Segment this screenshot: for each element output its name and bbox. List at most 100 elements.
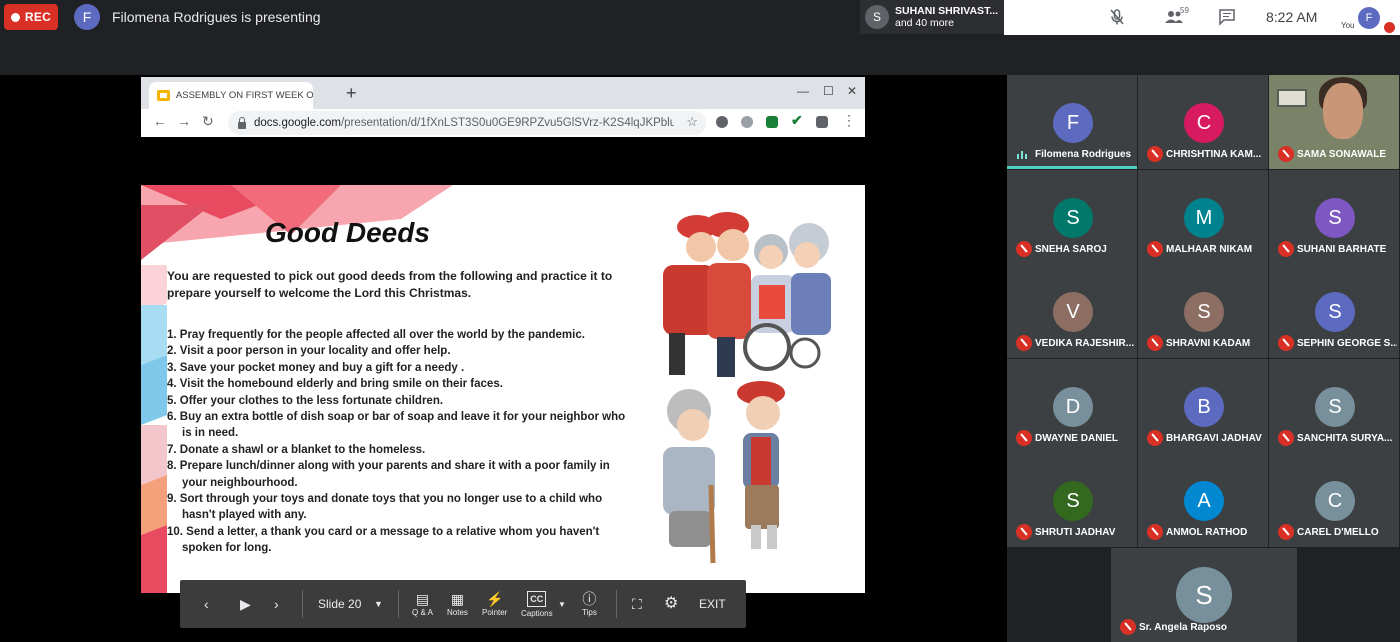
qa-label: Q & A (412, 607, 433, 617)
mic-off-icon (1120, 619, 1136, 635)
mic-off-icon (1278, 146, 1294, 162)
participant-tile[interactable]: C CHRISHTINA KAM... (1138, 75, 1268, 169)
chat-icon[interactable] (1218, 8, 1236, 26)
new-tab-icon[interactable]: + (346, 83, 357, 104)
puzzle-icon[interactable] (816, 116, 828, 128)
list-item: 10. Send a letter, a thank you card or a… (167, 525, 600, 555)
participant-tile[interactable]: S SUHANI BARHATE (1269, 170, 1399, 264)
browser-tab-title: ASSEMBLY ON FIRST WEEK OF A (175, 90, 313, 101)
speaking-indicator-icon (1017, 151, 1027, 159)
mic-off-icon (1147, 146, 1163, 162)
participant-tile[interactable]: S SANCHITA SURYA... (1269, 359, 1399, 453)
participant-tile[interactable]: C CAREL D'MELLO (1269, 453, 1399, 547)
participant-name: VEDIKA RAJESHIR... (1035, 338, 1135, 349)
participant-tile[interactable]: S SEPHIN GEORGE S... (1269, 264, 1399, 358)
mic-off-icon[interactable] (1108, 8, 1126, 26)
participant-name: SEPHIN GEORGE S... (1297, 338, 1397, 349)
participant-name: BHARGAVI JADHAV (1166, 433, 1262, 444)
participant-tile[interactable]: A ANMOL RATHOD (1138, 453, 1268, 547)
slide-selector[interactable]: Slide 20 (318, 580, 361, 628)
avatar: V (1053, 292, 1093, 332)
shared-browser-window: ASSEMBLY ON FIRST WEEK OF A + — ☐ ✕ ← → … (141, 77, 865, 137)
browser-tab[interactable]: ASSEMBLY ON FIRST WEEK OF A (149, 82, 313, 109)
captions-dropdown-button[interactable]: ▼ (558, 580, 566, 628)
avatar: C (1315, 481, 1355, 521)
exit-button[interactable]: EXIT (699, 580, 726, 628)
qa-button[interactable]: ▤ Q & A (412, 580, 433, 628)
reload-icon[interactable]: ↻ (202, 113, 214, 130)
forward-icon[interactable]: → (177, 113, 191, 129)
participant-name: SUHANI SHRIVAST... (895, 5, 999, 17)
notes-button[interactable]: ▦ Notes (447, 580, 468, 628)
mic-off-icon (1016, 524, 1032, 540)
back-icon[interactable]: ← (153, 113, 167, 129)
previous-slide-button[interactable]: ‹ (204, 580, 209, 628)
participant-name: MALHAAR NIKAM (1166, 244, 1253, 255)
caret-down-icon: ▼ (558, 599, 566, 609)
captions-label: Captions (521, 608, 553, 618)
mic-off-icon (1016, 430, 1032, 446)
participant-tile[interactable]: D DWAYNE DANIEL (1007, 359, 1137, 453)
list-item: 3. Save your pocket money and buy a gift… (167, 361, 465, 374)
tips-label: Tips (582, 607, 597, 617)
gear-icon: ⚙ (664, 595, 679, 612)
check-extension-icon[interactable]: ✔ (791, 112, 803, 128)
participant-tile[interactable]: S Sr. Angela Raposo (1111, 548, 1297, 642)
participant-tile[interactable]: V VEDIKA RAJESHIR... (1007, 264, 1137, 358)
pointer-label: Pointer (482, 607, 508, 617)
sheets-extension-icon[interactable] (766, 116, 778, 128)
video-face (1323, 83, 1363, 139)
participant-tile[interactable]: B BHARGAVI JADHAV (1138, 359, 1268, 453)
participant-tile-video[interactable]: SAMA SONAWALE (1269, 75, 1399, 169)
pointer-button[interactable]: ⚡ Pointer (482, 580, 507, 628)
participant-name: SHRUTI JADHAV (1035, 527, 1116, 538)
play-button[interactable]: ▶ (240, 580, 251, 628)
address-bar[interactable]: docs.google.com/presentation/d/1fXnLST3S… (228, 111, 706, 135)
participant-tile[interactable]: M MALHAAR NIKAM (1138, 170, 1268, 264)
participant-tile[interactable]: F Filomena Rodrigues (1007, 75, 1137, 169)
bookmark-star-icon[interactable]: ☆ (686, 114, 698, 130)
avatar: D (1053, 387, 1093, 427)
self-mic-off-icon (1384, 22, 1395, 33)
presentation-toolbar: ‹ ▶ › Slide 20 ▼ ▤ Q & A ▦ Notes ⚡ Pointer … (180, 580, 746, 628)
illustration-boy-helping-grandma (663, 381, 785, 564)
lock-icon (238, 117, 246, 129)
fullscreen-button[interactable]: ⛶ (632, 580, 642, 628)
list-item: 6. Buy an extra bottle of dish soap or b… (167, 411, 626, 440)
browser-toolbar: ← → ↻ docs.google.com/presentation/d/1fX… (141, 109, 865, 137)
close-icon[interactable]: ✕ (847, 84, 857, 98)
other-participants-chip[interactable]: S SUHANI SHRIVAST... and 40 more (860, 0, 1004, 34)
minimize-icon[interactable]: — (797, 84, 809, 98)
extension-icon[interactable] (741, 116, 753, 128)
slides-icon (157, 90, 170, 101)
participant-name: SANCHITA SURYA... (1297, 433, 1393, 444)
captions-button[interactable]: CC Captions (521, 580, 553, 628)
participant-tile[interactable]: S SHRUTI JADHAV (1007, 453, 1137, 547)
captions-icon: CC (527, 590, 547, 607)
settings-button[interactable]: ⚙ (664, 580, 678, 628)
slide-dropdown-button[interactable]: ▼ (374, 580, 383, 628)
participant-tile[interactable]: S SNEHA SAROJ (1007, 170, 1137, 264)
mic-off-icon (1147, 335, 1163, 351)
clock: 8:22 AM (1266, 9, 1318, 25)
list-item: 2. Visit a poor person in your locality … (167, 345, 451, 358)
menu-dots-icon[interactable]: ⋮ (842, 112, 856, 128)
extension-icon[interactable] (716, 116, 728, 128)
slide-title: Good Deeds (265, 217, 430, 248)
avatar: A (1184, 481, 1224, 521)
participant-name: Sr. Angela Raposo (1139, 622, 1227, 633)
self-avatar[interactable]: F (1358, 7, 1380, 29)
avatar: S (1315, 292, 1355, 332)
mic-off-icon (1147, 524, 1163, 540)
fullscreen-icon: ⛶ (632, 596, 642, 612)
slide-intro: You are requested to pick out good deeds… (167, 269, 613, 300)
participant-tile[interactable]: S SHRAVNI KADAM (1138, 264, 1268, 358)
info-icon: ⓘ (582, 590, 597, 607)
illustration-helping-elderly (663, 212, 831, 377)
next-slide-button[interactable]: › (274, 580, 279, 628)
chevron-right-icon: › (274, 596, 279, 612)
caret-down-icon: ▼ (374, 599, 383, 609)
maximize-icon[interactable]: ☐ (823, 84, 834, 98)
tips-button[interactable]: ⓘ Tips (582, 580, 597, 628)
avatar: B (1184, 387, 1224, 427)
